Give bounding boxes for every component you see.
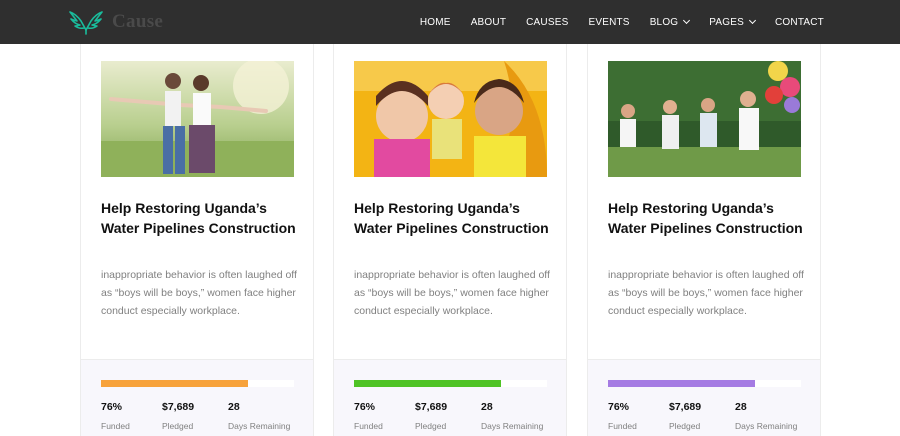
stat-value: 28 bbox=[228, 401, 240, 413]
nav-home[interactable]: HOME bbox=[420, 17, 451, 28]
nav-events-label: EVENTS bbox=[588, 16, 630, 28]
top-navbar: Cause HOME ABOUT CAUSES EVENTS BLOG PAGE… bbox=[0, 0, 900, 44]
stat-days-remaining: 28 Days Remaining bbox=[228, 401, 290, 431]
wings-logo-icon bbox=[69, 11, 103, 35]
cause-photo[interactable] bbox=[354, 61, 547, 177]
stat-funded: 76% Funded bbox=[608, 401, 637, 431]
cause-cards: Help Restoring Uganda’s Water Pipelines … bbox=[0, 44, 900, 436]
stat-value: 76% bbox=[101, 401, 123, 413]
nav-contact[interactable]: CONTACT bbox=[775, 17, 824, 28]
stat-funded: 76% Funded bbox=[101, 401, 130, 431]
nav-events[interactable]: EVENTS bbox=[588, 17, 629, 28]
cause-description: inappropriate behavior is often laughed … bbox=[608, 269, 804, 317]
nav-causes[interactable]: CAUSES bbox=[526, 17, 568, 28]
stat-value: $7,689 bbox=[162, 401, 195, 413]
stat-label: Funded bbox=[608, 421, 637, 431]
nav-pages[interactable]: PAGES bbox=[709, 16, 757, 28]
stat-value: 28 bbox=[481, 401, 493, 413]
brand-logo[interactable]: Cause bbox=[68, 8, 163, 36]
nav-contact-label: CONTACT bbox=[775, 16, 824, 28]
cause-stats-panel: 76% Funded $7,689 Pledged 28 Days Remain… bbox=[81, 359, 313, 436]
cause-photo[interactable] bbox=[608, 61, 801, 177]
cause-stats-panel: 76% Funded $7,689 Pledged 28 Days Remain… bbox=[588, 359, 820, 436]
stat-days-remaining: 28 Days Remaining bbox=[735, 401, 797, 431]
stat-label: Funded bbox=[101, 421, 130, 431]
cause-card: Help Restoring Uganda’s Water Pipelines … bbox=[80, 44, 314, 436]
stat-label: Pledged bbox=[669, 421, 701, 431]
stat-label: Days Remaining bbox=[228, 421, 291, 431]
chevron-down-icon bbox=[748, 16, 757, 25]
chevron-down-icon bbox=[683, 16, 691, 25]
cause-stats-panel: 76% Funded $7,689 Pledged 28 Days Remain… bbox=[334, 359, 566, 436]
nav-home-label: HOME bbox=[419, 16, 451, 28]
stat-label: Pledged bbox=[415, 421, 447, 431]
stat-value: 76% bbox=[608, 401, 630, 413]
stat-label: Days Remaining bbox=[481, 421, 544, 431]
stat-pledged: $7,689 Pledged bbox=[415, 401, 447, 431]
cause-title[interactable]: Help Restoring Uganda’s Water Pipelines … bbox=[608, 198, 804, 238]
progress-bar bbox=[101, 380, 294, 387]
stat-pledged: $7,689 Pledged bbox=[669, 401, 701, 431]
stat-pledged: $7,689 Pledged bbox=[162, 401, 194, 431]
stat-value: 28 bbox=[735, 401, 747, 413]
cause-title[interactable]: Help Restoring Uganda’s Water Pipelines … bbox=[354, 198, 550, 238]
stat-value: $7,689 bbox=[415, 401, 448, 413]
stat-days-remaining: 28 Days Remaining bbox=[481, 401, 543, 431]
stat-funded: 76% Funded bbox=[354, 401, 383, 431]
cause-description: inappropriate behavior is often laughed … bbox=[354, 269, 550, 317]
nav-blog[interactable]: BLOG bbox=[649, 16, 691, 28]
nav-pages-label: PAGES bbox=[709, 16, 744, 28]
progress-fill bbox=[101, 380, 248, 387]
stat-value: $7,689 bbox=[669, 401, 702, 413]
nav-blog-label: BLOG bbox=[649, 16, 679, 28]
cause-photo[interactable] bbox=[101, 61, 294, 177]
nav-about[interactable]: ABOUT bbox=[471, 17, 506, 28]
stat-label: Funded bbox=[354, 421, 383, 431]
stat-value: 76% bbox=[354, 401, 376, 413]
progress-bar bbox=[608, 380, 801, 387]
main-nav: HOME ABOUT CAUSES EVENTS BLOG PAGES CONT… bbox=[420, 0, 824, 44]
progress-fill bbox=[354, 380, 501, 387]
progress-fill bbox=[608, 380, 755, 387]
stat-label: Days Remaining bbox=[735, 421, 798, 431]
nav-causes-label: CAUSES bbox=[526, 16, 569, 28]
progress-bar bbox=[354, 380, 547, 387]
nav-about-label: ABOUT bbox=[470, 16, 507, 28]
brand-name: Cause bbox=[112, 11, 164, 32]
stat-label: Pledged bbox=[162, 421, 194, 431]
cause-card: Help Restoring Uganda’s Water Pipelines … bbox=[587, 44, 821, 436]
cause-title[interactable]: Help Restoring Uganda’s Water Pipelines … bbox=[101, 198, 297, 238]
cause-card: Help Restoring Uganda’s Water Pipelines … bbox=[333, 44, 567, 436]
cause-description: inappropriate behavior is often laughed … bbox=[101, 269, 297, 317]
